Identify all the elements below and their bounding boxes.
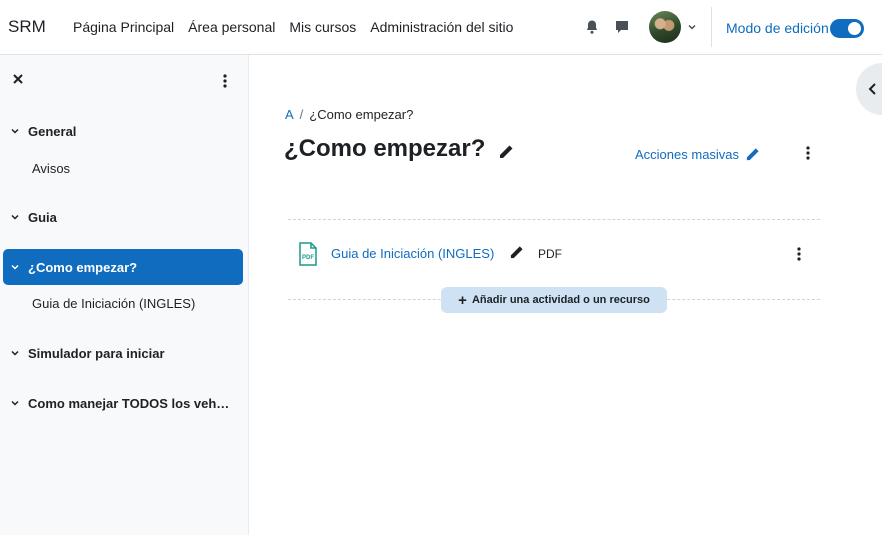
edit-mode-toggle[interactable] [830,19,864,38]
kebab-menu-icon[interactable] [222,73,228,89]
chevron-down-icon[interactable] [10,212,20,222]
close-icon[interactable] [12,73,24,85]
edit-pencil-icon[interactable] [509,245,524,260]
primary-navigation: Página Principal Área personal Mis curso… [73,19,513,35]
nav-link-site-admin[interactable]: Administración del sitio [370,19,513,35]
pdf-icon-label: PDF [302,255,314,261]
chevron-down-icon[interactable] [10,398,20,408]
section-label: Simulador para iniciar [28,345,165,361]
user-avatar[interactable] [649,11,681,43]
kebab-menu-icon[interactable] [796,246,802,262]
breadcrumb: A / ¿Como empezar? [285,107,413,122]
section-label: General [28,123,77,139]
section-guia[interactable]: Guia [0,208,249,226]
navbar-divider [711,7,712,47]
section-item-avisos[interactable]: Avisos [32,161,70,176]
page-title: ¿Como empezar? [284,135,486,162]
breadcrumb-course-link[interactable]: A [285,107,294,122]
section-divider [288,219,820,220]
activity-type-badge: PDF [538,247,562,261]
add-activity-button[interactable]: + Añadir una actividad o un recurso [441,287,667,313]
chevron-down-icon[interactable] [10,262,20,272]
plus-icon: + [458,291,467,309]
section-label: ¿Como empezar? [28,259,138,275]
breadcrumb-current: ¿Como empezar? [309,107,414,122]
section-como-empezar[interactable]: ¿Como empezar? [3,249,243,285]
notifications-bell-icon[interactable] [584,19,600,35]
section-como-manejar[interactable]: Como manejar TODOS los veh… [0,394,249,412]
course-index-drawer: General Avisos Guia ¿Como empezar? Guia … [0,55,249,535]
activity-link[interactable]: Guia de Iniciación (INGLES) [331,246,494,261]
section-general[interactable]: General [0,122,249,140]
messages-chat-icon[interactable] [614,19,630,35]
top-navbar: SRM Página Principal Área personal Mis c… [0,0,882,55]
add-activity-label: Añadir una actividad o un recurso [471,294,650,306]
nav-link-home[interactable]: Página Principal [73,19,174,35]
pdf-file-icon: PDF [299,242,317,266]
bulk-actions-link[interactable]: Acciones masivas [635,147,760,162]
section-item-guia-iniciacion[interactable]: Guia de Iniciación (INGLES) [32,296,195,311]
nav-link-dashboard[interactable]: Área personal [188,19,275,35]
edit-pencil-icon[interactable] [498,144,514,160]
site-brand[interactable]: SRM [8,17,46,37]
nav-link-my-courses[interactable]: Mis cursos [289,19,356,35]
chevron-left-icon [868,83,876,95]
chevron-down-icon[interactable] [10,348,20,358]
section-label: Guia [28,209,57,225]
bulk-actions-label: Acciones masivas [635,147,740,162]
section-label: Como manejar TODOS los veh… [28,395,230,411]
kebab-menu-icon[interactable] [805,145,811,161]
chevron-down-icon[interactable] [687,22,697,32]
edit-mode-label: Modo de edición [726,20,829,36]
section-simulador[interactable]: Simulador para iniciar [0,344,249,362]
breadcrumb-separator: / [299,107,304,122]
chevron-down-icon[interactable] [10,126,20,136]
edit-pencil-icon [746,148,759,161]
block-drawer-toggle[interactable] [856,63,882,115]
